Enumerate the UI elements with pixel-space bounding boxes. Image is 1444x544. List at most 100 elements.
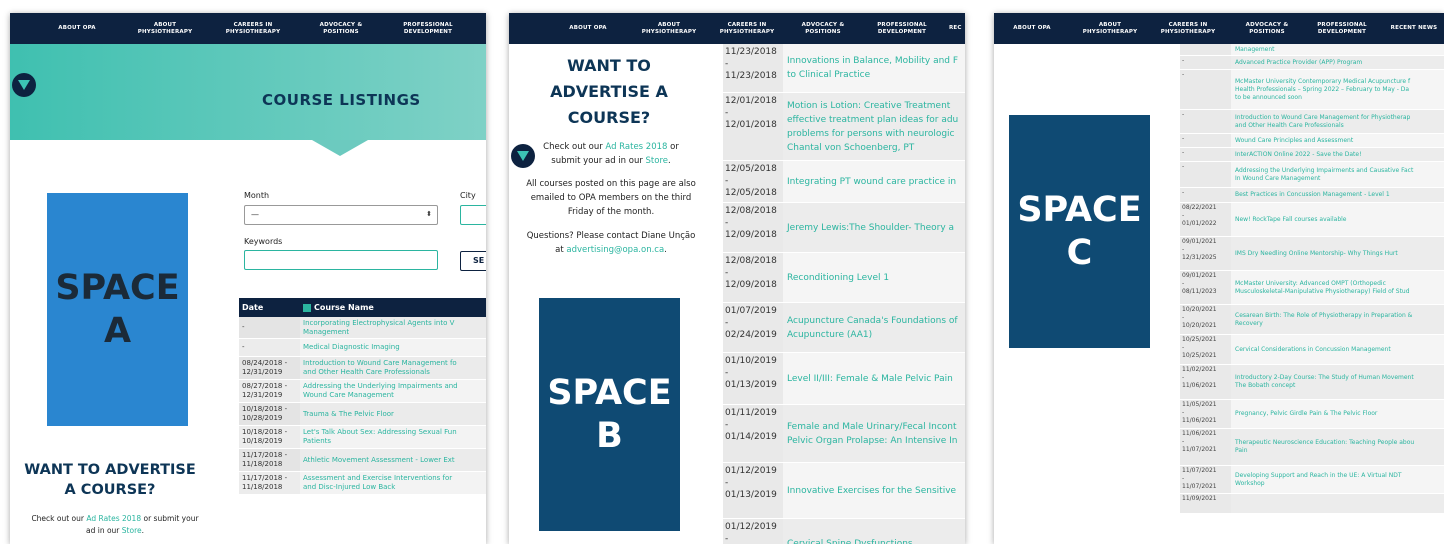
nav-about-opa[interactable]: ABOUT OPA bbox=[1012, 13, 1052, 44]
table-row[interactable]: 01/12/2019 - 01/13/2019 Innovative Exerci… bbox=[723, 463, 965, 519]
course-link[interactable]: Developing Support and Reach in the UE: … bbox=[1231, 466, 1444, 493]
table-row[interactable]: 08/27/2018 - 12/31/2019 Addressing the Un… bbox=[239, 380, 486, 403]
nav-careers[interactable]: CAREERS IN PHYSIOTHERAPY bbox=[1160, 13, 1216, 44]
course-link[interactable]: Introduction to Wound Care Management fo… bbox=[1231, 110, 1444, 133]
ad-rates-link[interactable]: Ad Rates 2018 bbox=[605, 142, 667, 152]
course-link[interactable]: Pregnancy, Pelvic Girdle Pain & The Pelv… bbox=[1231, 400, 1444, 428]
course-link[interactable]: Athletic Movement Assessment - Lower Ext bbox=[300, 449, 486, 471]
table-row[interactable]: - InterACTION Online 2022 - Save the Date… bbox=[1180, 148, 1444, 162]
course-link[interactable]: Therapeutic Neuroscience Education: Teac… bbox=[1231, 429, 1444, 465]
course-link[interactable]: Addressing the Underlying Impairments an… bbox=[300, 380, 486, 402]
course-link[interactable]: New! RockTape Fall courses available bbox=[1231, 203, 1444, 236]
store-link[interactable]: Store bbox=[646, 156, 668, 166]
table-row[interactable]: 11/02/2021 - 11/06/2021 Introductory 2-Da… bbox=[1180, 365, 1444, 400]
nav-about-physiotherapy[interactable]: ABOUT PHYSIOTHERAPY bbox=[639, 13, 699, 44]
course-link[interactable]: Addressing the Underlying Impairments an… bbox=[1231, 162, 1444, 187]
course-link[interactable]: Cervical Considerations in Concussion Ma… bbox=[1231, 335, 1444, 364]
table-row[interactable]: 12/01/2018 - 12/01/2018 Motion is Lotion:… bbox=[723, 93, 965, 161]
nav-advocacy[interactable]: ADVOCACY & POSITIONS bbox=[793, 13, 853, 44]
month-select[interactable]: — ⬍ bbox=[244, 205, 438, 225]
nav-advocacy[interactable]: ADVOCACY & POSITIONS bbox=[1242, 13, 1292, 44]
course-link[interactable]: Incorporating Electrophysical Agents int… bbox=[300, 317, 486, 338]
table-row[interactable]: 10/18/2018 - 10/28/2019 Trauma & The Pelv… bbox=[239, 403, 486, 426]
table-row[interactable]: - Incorporating Electrophysical Agents in… bbox=[239, 317, 486, 339]
course-link[interactable] bbox=[1231, 494, 1444, 513]
keywords-input[interactable] bbox=[244, 250, 438, 270]
table-row[interactable]: 08/22/2021 - 01/01/2022 New! RockTape Fal… bbox=[1180, 203, 1444, 237]
course-link[interactable]: Reconditioning Level 1 bbox=[783, 253, 965, 302]
nav-professional-development[interactable]: PROFESSIONAL DEVELOPMENT bbox=[395, 13, 461, 44]
course-link[interactable]: Motion is Lotion: Creative Treatment eff… bbox=[783, 93, 965, 160]
table-row[interactable]: 11/06/2021 - 11/07/2021 Therapeutic Neuro… bbox=[1180, 429, 1444, 466]
nav-professional-development[interactable]: PROFESSIONAL DEVELOPMENT bbox=[1314, 13, 1370, 44]
table-row[interactable]: - Wound Care Principles and Assessment bbox=[1180, 134, 1444, 148]
course-link[interactable]: Innovative Exercises for the Sensitive bbox=[783, 463, 965, 518]
table-row[interactable]: 10/20/2021 - 10/20/2021 Cesarean Birth: T… bbox=[1180, 305, 1444, 335]
table-row[interactable]: 01/11/2019 - 01/14/2019 Female and Male U… bbox=[723, 405, 965, 463]
table-row[interactable]: 12/05/2018 - 12/05/2018 Integrating PT wo… bbox=[723, 161, 965, 203]
course-link[interactable]: Innovations in Balance, Mobility and F t… bbox=[783, 44, 965, 92]
table-row[interactable]: Management bbox=[1180, 44, 1444, 56]
store-link[interactable]: Store bbox=[122, 526, 142, 535]
table-row[interactable]: 12/08/2018 - 12/09/2018 Reconditioning Le… bbox=[723, 253, 965, 303]
course-link[interactable]: McMaster University: Advanced OMPT (Orth… bbox=[1231, 271, 1444, 304]
course-link[interactable]: Female and Male Urinary/Fecal Incont Pel… bbox=[783, 405, 965, 462]
nav-advocacy[interactable]: ADVOCACY & POSITIONS bbox=[310, 13, 372, 44]
table-row[interactable]: - Advanced Practice Provider (APP) Progra… bbox=[1180, 56, 1444, 70]
course-link[interactable]: Management bbox=[1231, 44, 1444, 55]
nav-about-opa[interactable]: ABOUT OPA bbox=[50, 13, 104, 44]
table-row[interactable]: 12/08/2018 - 12/09/2018 Jeremy Lewis:The … bbox=[723, 203, 965, 253]
table-row[interactable]: - Medical Diagnostic Imaging bbox=[239, 339, 486, 357]
course-link[interactable]: IMS Dry Needling Online Mentorship- Why … bbox=[1231, 237, 1444, 270]
course-link[interactable]: Acupuncture Canada's Foundations of Acup… bbox=[783, 303, 965, 352]
course-link[interactable]: Wound Care Principles and Assessment bbox=[1231, 134, 1444, 147]
table-row[interactable]: 11/17/2018 - 11/18/2018 Assessment and Ex… bbox=[239, 472, 486, 495]
email-link[interactable]: advertising@opa.on.ca bbox=[566, 245, 664, 255]
course-link[interactable]: Medical Diagnostic Imaging bbox=[300, 339, 486, 356]
nav-about-opa[interactable]: ABOUT OPA bbox=[561, 13, 615, 44]
table-row[interactable]: - Best Practices in Concussion Management… bbox=[1180, 188, 1444, 203]
table-row[interactable]: 01/07/2019 - 02/24/2019 Acupuncture Canad… bbox=[723, 303, 965, 353]
course-link[interactable]: Assessment and Exercise Interventions fo… bbox=[300, 472, 486, 494]
course-link[interactable]: Introduction to Wound Care Management fo… bbox=[300, 357, 486, 379]
nav-recent-news[interactable]: REC bbox=[949, 13, 965, 44]
table-row[interactable]: 11/23/2018 - 11/23/2018 Innovations in Ba… bbox=[723, 44, 965, 93]
col-course-name[interactable]: Course Name bbox=[314, 303, 374, 312]
table-row[interactable]: 01/12/2019 - 01/13/2019Cervical Spine Dy… bbox=[723, 519, 965, 544]
table-row[interactable]: - Introduction to Wound Care Management f… bbox=[1180, 110, 1444, 134]
course-link[interactable]: Jeremy Lewis:The Shoulder- Theory a bbox=[783, 203, 965, 252]
table-row[interactable]: 11/09/2021 bbox=[1180, 494, 1444, 514]
sort-icon[interactable] bbox=[303, 303, 311, 312]
table-row[interactable]: 09/01/2021 - 12/31/2025 IMS Dry Needling … bbox=[1180, 237, 1444, 271]
opa-logo-icon[interactable] bbox=[12, 73, 36, 97]
table-row[interactable]: 11/05/2021 - 11/06/2021 Pregnancy, Pelvic… bbox=[1180, 400, 1444, 429]
nav-recent-news[interactable]: RECENT NEWS bbox=[1386, 13, 1442, 44]
table-row[interactable]: 10/25/2021 - 10/25/2021 Cervical Consider… bbox=[1180, 335, 1444, 365]
course-link[interactable]: Advanced Practice Provider (APP) Program bbox=[1231, 56, 1444, 69]
nav-professional-development[interactable]: PROFESSIONAL DEVELOPMENT bbox=[869, 13, 935, 44]
nav-careers[interactable]: CAREERS IN PHYSIOTHERAPY bbox=[218, 13, 288, 44]
table-row[interactable]: - McMaster University Contemporary Medica… bbox=[1180, 70, 1444, 110]
table-row[interactable]: - Addressing the Underlying Impairments a… bbox=[1180, 162, 1444, 188]
ad-rates-link[interactable]: Ad Rates 2018 bbox=[86, 514, 141, 523]
table-row[interactable]: 11/07/2021 - 11/07/2021 Developing Suppor… bbox=[1180, 466, 1444, 494]
col-date[interactable]: Date bbox=[239, 303, 300, 312]
search-button[interactable]: SE bbox=[460, 251, 486, 271]
course-link[interactable]: Let's Talk About Sex: Addressing Sexual … bbox=[300, 426, 486, 448]
city-input[interactable] bbox=[460, 205, 486, 225]
table-row[interactable]: 09/01/2021 - 08/11/2023 McMaster Universi… bbox=[1180, 271, 1444, 305]
nav-about-physiotherapy[interactable]: ABOUT PHYSIOTHERAPY bbox=[130, 13, 200, 44]
table-row[interactable]: 11/17/2018 - 11/18/2018 Athletic Movement… bbox=[239, 449, 486, 472]
course-link[interactable]: InterACTION Online 2022 - Save the Date! bbox=[1231, 148, 1444, 161]
course-link[interactable]: Best Practices in Concussion Management … bbox=[1231, 188, 1444, 202]
table-row[interactable]: 08/24/2018 - 12/31/2019 Introduction to W… bbox=[239, 357, 486, 380]
course-link[interactable]: Integrating PT wound care practice in bbox=[783, 161, 965, 202]
table-row[interactable]: 01/10/2019 - 01/13/2019 Level II/III: Fem… bbox=[723, 353, 965, 405]
course-link[interactable]: Trauma & The Pelvic Floor bbox=[300, 403, 486, 425]
course-link[interactable]: Cesarean Birth: The Role of Physiotherap… bbox=[1231, 305, 1444, 334]
nav-about-physiotherapy[interactable]: ABOUT PHYSIOTHERAPY bbox=[1082, 13, 1138, 44]
course-link[interactable]: Introductory 2-Day Course: The Study of … bbox=[1231, 365, 1444, 399]
course-link[interactable]: McMaster University Contemporary Medical… bbox=[1231, 70, 1444, 109]
nav-careers[interactable]: CAREERS IN PHYSIOTHERAPY bbox=[714, 13, 780, 44]
course-link[interactable]: Level II/III: Female & Male Pelvic Pain bbox=[783, 353, 965, 404]
